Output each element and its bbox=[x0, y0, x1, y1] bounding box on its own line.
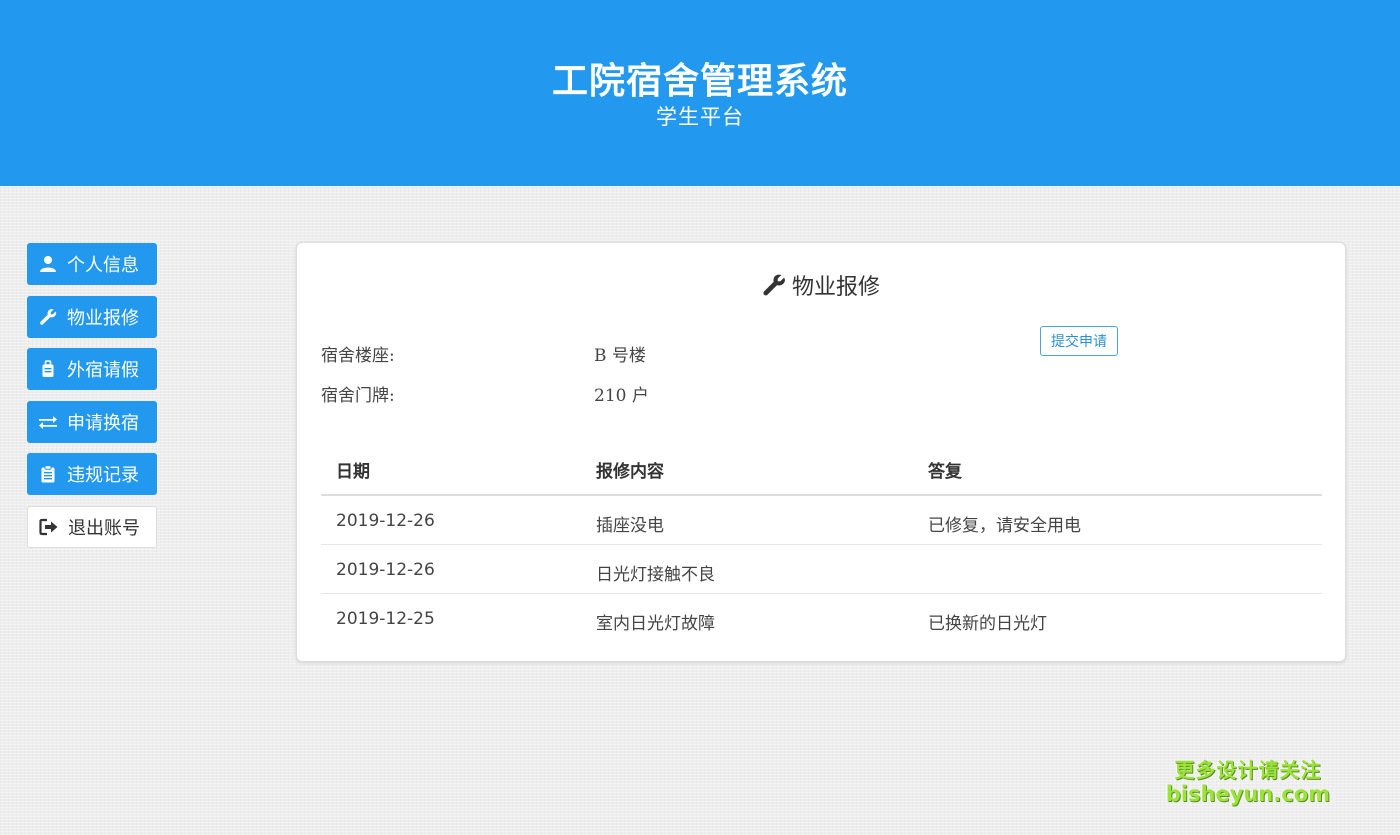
table-header: 日期 报修内容 答复 bbox=[321, 441, 1322, 496]
sidebar-item-label: 违规记录 bbox=[67, 465, 139, 486]
room-label: 宿舍门牌: bbox=[321, 386, 395, 406]
sidebar-item-label: 外宿请假 bbox=[67, 360, 139, 381]
repair-panel: 物业报修 宿舍楼座: B 号楼 宿舍门牌: 210 户 提交申请 日期 报修内容… bbox=[296, 242, 1346, 662]
wrench-icon bbox=[762, 273, 786, 297]
table-row: 2019-12-26 插座没电 已修复，请安全用电 bbox=[321, 496, 1322, 545]
building-value: B 号楼 bbox=[594, 346, 646, 366]
panel-title: 物业报修 bbox=[297, 269, 1345, 301]
sidebar-item-logout[interactable]: 退出账号 bbox=[27, 505, 157, 548]
cell-date: 2019-12-26 bbox=[336, 511, 435, 531]
column-header-reply: 答复 bbox=[928, 462, 962, 482]
repair-table: 日期 报修内容 答复 2019-12-26 插座没电 已修复，请安全用电 201… bbox=[321, 441, 1322, 642]
cell-date: 2019-12-26 bbox=[336, 560, 435, 580]
clipboard-icon bbox=[38, 464, 58, 484]
exchange-icon bbox=[38, 412, 58, 432]
cell-content: 室内日光灯故障 bbox=[596, 614, 715, 634]
sidebar-item-label: 物业报修 bbox=[67, 307, 139, 329]
sidebar-item-label: 个人信息 bbox=[67, 255, 139, 276]
building-label: 宿舍楼座: bbox=[321, 346, 395, 366]
sidebar-item-repair[interactable]: 物业报修 bbox=[27, 295, 157, 338]
panel-title-text: 物业报修 bbox=[791, 275, 880, 300]
sidebar-item-label: 申请换宿 bbox=[67, 412, 139, 434]
suitcase-icon bbox=[38, 359, 58, 379]
sidebar-item-change-dorm[interactable]: 申请换宿 bbox=[27, 400, 157, 443]
header-banner: 工院宿舍管理系统 学生平台 bbox=[0, 0, 1400, 186]
sidebar-item-leave[interactable]: 外宿请假 bbox=[27, 348, 157, 390]
sidebar-item-label: 退出账号 bbox=[68, 517, 140, 539]
app-title: 工院宿舍管理系统 bbox=[551, 60, 848, 102]
room-value: 210 户 bbox=[594, 386, 649, 406]
cell-content: 插座没电 bbox=[596, 516, 664, 536]
table-row: 2019-12-25 室内日光灯故障 已换新的日光灯 bbox=[321, 594, 1322, 642]
user-icon bbox=[38, 254, 58, 274]
column-header-date: 日期 bbox=[336, 462, 370, 482]
submit-application-button[interactable]: 提交申请 bbox=[1040, 326, 1118, 356]
sidebar-item-personal-info[interactable]: 个人信息 bbox=[27, 243, 157, 285]
sign-out-icon bbox=[39, 517, 59, 537]
watermark: 更多设计请关注 bisheyun.com bbox=[1166, 758, 1330, 807]
sidebar-nav: 个人信息 物业报修 外宿请假 申请换宿 违规记录 退出账号 bbox=[27, 243, 157, 558]
app-subtitle: 学生平台 bbox=[656, 105, 744, 129]
cell-date: 2019-12-25 bbox=[336, 609, 435, 629]
cell-reply: 已换新的日光灯 bbox=[928, 614, 1047, 634]
cell-content: 日光灯接触不良 bbox=[596, 565, 715, 585]
cell-reply: 已修复，请安全用电 bbox=[928, 516, 1081, 536]
sidebar-item-violations[interactable]: 违规记录 bbox=[27, 453, 157, 495]
watermark-line-2: bisheyun.com bbox=[1165, 782, 1330, 806]
column-header-content: 报修内容 bbox=[596, 462, 664, 482]
table-row: 2019-12-26 日光灯接触不良 bbox=[321, 545, 1322, 594]
wrench-icon bbox=[38, 307, 58, 327]
watermark-line-1: 更多设计请关注 bbox=[1174, 758, 1322, 782]
